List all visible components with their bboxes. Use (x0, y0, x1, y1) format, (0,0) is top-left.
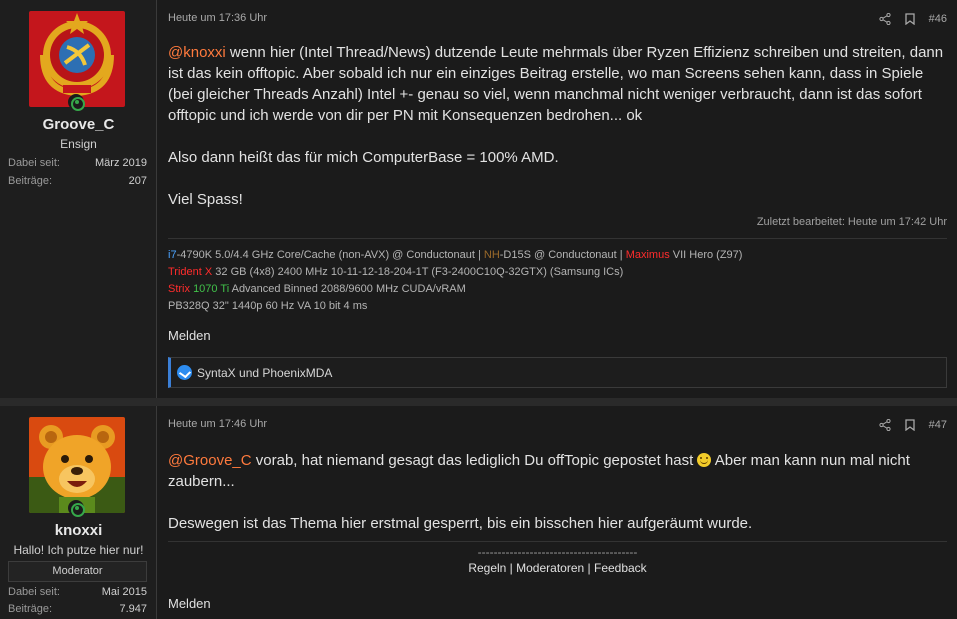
feedback-link[interactable]: Feedback (594, 561, 647, 575)
paragraph-text: vorab, hat niemand gesagt das lediglich … (251, 452, 698, 469)
paragraph-text: wenn hier (Intel Thread/News) dutzende L… (168, 44, 944, 124)
share-icon[interactable] (879, 13, 891, 25)
bookmark-icon[interactable] (904, 419, 915, 431)
username[interactable]: knoxxi (0, 522, 157, 539)
share-icon[interactable] (879, 419, 891, 431)
post-timestamp[interactable]: Heute um 17:36 Uhr (168, 12, 267, 24)
sig-text: Advanced Binned 2088/9600 MHz CUDA/vRAM (229, 283, 466, 295)
post-46: Groove_C Ensign Dabei seit: März 2019 Be… (0, 0, 957, 398)
sig-text: -4790K 5.0/4.4 GHz Core/Cache (non-AVX) … (176, 249, 484, 261)
posts-label: Beiträge: (8, 175, 53, 187)
joined-stat: Dabei seit: März 2019 (8, 157, 147, 169)
bookmark-icon[interactable] (904, 13, 915, 25)
signature-line: PB328Q 32" 1440p 60 Hz VA 10 bit 4 ms (168, 300, 368, 312)
posts-stat: Beiträge: 7.947 (8, 603, 147, 615)
moderators-link[interactable]: Moderatoren (516, 561, 584, 575)
sig-cooler-brand: NH (483, 249, 500, 261)
user-mention[interactable]: @knoxxi (168, 44, 226, 61)
user-title: Hallo! Ich putze hier nur! (13, 543, 144, 557)
joined-label: Dabei seit: (8, 157, 60, 169)
smile-emoji-icon (697, 453, 712, 467)
moderator-badge: Moderator (8, 561, 147, 582)
sig-gpu-brand: Strix (168, 283, 190, 295)
sig-text: 32 GB (4x8) 2400 MHz 10-11-12-18-204-1T … (212, 266, 624, 278)
posts-label: Beiträge: (8, 603, 53, 615)
posts-value: 207 (128, 175, 147, 187)
reactions-bar[interactable]: SyntaX und PhoenixMDA (168, 357, 947, 388)
sig-text: VII Hero (Z97) (669, 249, 743, 261)
post-paragraph: @Groove_C vorab, hat niemand gesagt das … (168, 450, 948, 492)
avatar[interactable] (29, 417, 125, 513)
signature: i7-4790K 5.0/4.4 GHz Core/Cache (non-AVX… (168, 247, 742, 315)
post-actions: #46 (879, 11, 947, 27)
online-status-icon (68, 94, 85, 111)
signature-links: Regeln | Moderatoren | Feedback (468, 561, 647, 575)
online-status-icon (68, 500, 85, 517)
signature-divider (168, 238, 947, 239)
joined-stat: Dabei seit: Mai 2015 (8, 586, 147, 598)
user-mention[interactable]: @Groove_C (168, 452, 252, 469)
joined-label: Dabei seit: (8, 586, 60, 598)
joined-value: März 2019 (95, 157, 147, 169)
post-body: @Groove_C vorab, hat niemand gesagt das … (168, 450, 948, 534)
post-separator (0, 398, 957, 406)
user-title: Ensign (60, 137, 97, 151)
post-paragraph: Viel Spass! (168, 191, 243, 208)
joined-value: Mai 2015 (101, 586, 147, 598)
username[interactable]: Groove_C (0, 116, 157, 133)
sig-board-brand: Maximus (625, 249, 670, 261)
post-paragraph: Also dann heißt das für mich ComputerBas… (168, 149, 559, 166)
post-number[interactable]: #47 (929, 419, 947, 431)
sig-cpu-brand: i7 (168, 249, 177, 261)
last-edited: Zuletzt bearbeitet: Heute um 17:42 Uhr (756, 216, 947, 228)
post-paragraph: Deswegen ist das Thema hier erstmal gesp… (168, 515, 753, 532)
reactions-text[interactable]: SyntaX und PhoenixMDA (197, 366, 332, 380)
posts-value: 7.947 (119, 603, 147, 615)
post-body: @knoxxi wenn hier (Intel Thread/News) du… (168, 42, 948, 210)
rules-link[interactable]: Regeln (468, 561, 506, 575)
soviet-emblem-avatar (29, 11, 125, 107)
sig-gpu-model: 1070 Ti (193, 283, 230, 295)
post-author-panel: knoxxi Hallo! Ich putze hier nur! Modera… (0, 406, 157, 619)
post-actions: #47 (879, 417, 947, 433)
post-timestamp[interactable]: Heute um 17:46 Uhr (168, 418, 267, 430)
avatar[interactable] (29, 11, 125, 107)
post-47: knoxxi Hallo! Ich putze hier nur! Modera… (0, 406, 957, 619)
moderator-signature: ----------------------------------------… (168, 541, 947, 578)
signature-dashes: ---------------------------------------- (477, 545, 638, 559)
report-link[interactable]: Melden (168, 596, 211, 611)
signature-line: Strix 1070 Ti Advanced Binned 2088/9600 … (168, 281, 742, 298)
sig-text: -D15S @ Conductonaut | (499, 249, 626, 261)
signature-line: Trident X 32 GB (4x8) 2400 MHz 10-11-12-… (168, 264, 742, 281)
posts-stat: Beiträge: 207 (8, 175, 147, 187)
post-main: Heute um 17:46 Uhr #47 @Groove_C vorab, … (158, 406, 957, 619)
post-paragraph: @knoxxi wenn hier (Intel Thread/News) du… (168, 42, 948, 126)
signature-line: i7-4790K 5.0/4.4 GHz Core/Cache (non-AVX… (168, 247, 742, 264)
teddy-bear-avatar (29, 417, 125, 513)
post-main: Heute um 17:36 Uhr #46 @knoxxi wenn hier… (158, 0, 957, 398)
post-author-panel: Groove_C Ensign Dabei seit: März 2019 Be… (0, 0, 157, 398)
report-link[interactable]: Melden (168, 328, 211, 343)
sig-ram-brand: Trident X (168, 266, 213, 278)
like-icon (177, 365, 192, 380)
post-number[interactable]: #46 (929, 13, 947, 25)
